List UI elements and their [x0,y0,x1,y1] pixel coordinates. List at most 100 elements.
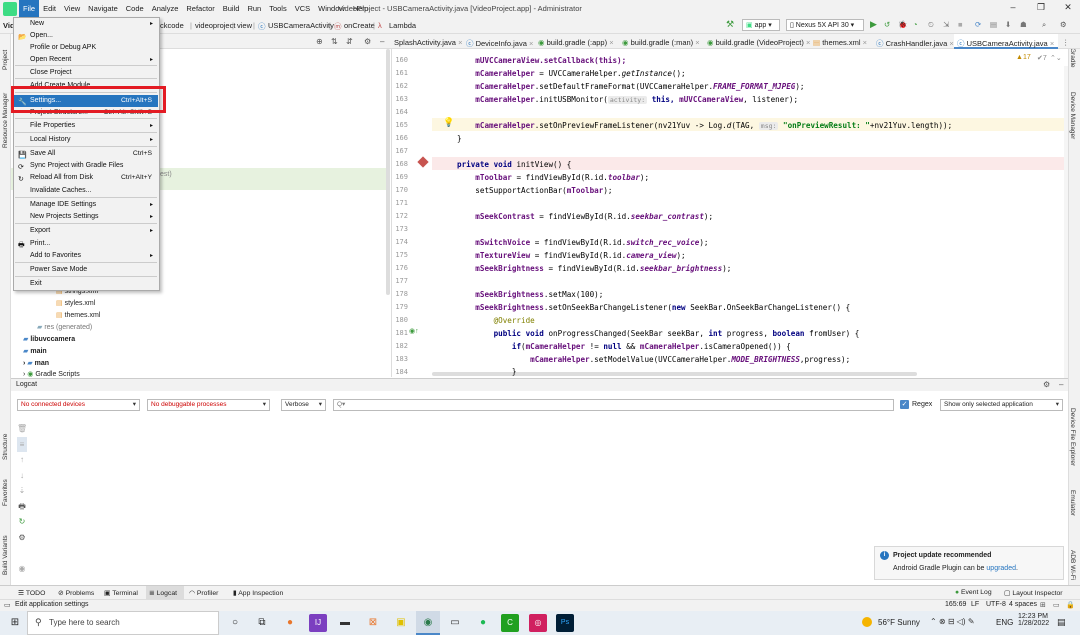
apply-changes-icon[interactable]: ↺ [884,20,890,29]
problems-tool[interactable]: ⊘ Problems [58,589,94,597]
device-dropdown[interactable]: ▯ Nexus 5X API 30 ▾ [786,19,864,31]
notes-icon[interactable]: ▣ [392,614,410,632]
sync-gradle-icon[interactable]: ⟳ [975,20,981,29]
trash-icon[interactable]: 🗑 [17,421,27,437]
tree-item[interactable]: › ◉ Gradle Scripts [23,370,80,378]
debug-icon[interactable]: 🐞 [898,20,907,29]
editor-scrollbar[interactable] [1064,66,1068,386]
logcat-tool[interactable]: ≣ Logcat [149,589,177,597]
file-menu-item-export[interactable]: Export ▸ [14,225,158,237]
app-icon[interactable]: ⊠ [364,614,382,632]
camera-icon[interactable]: ◉ [17,561,27,577]
tab-build-gradle-man[interactable]: ◉ build.gradle (:man) × [622,38,700,47]
file-menu-item-profile-or-debug-apk[interactable]: Profile or Debug APK [14,42,158,54]
file-menu-item-power-save-mode[interactable]: Power Save Mode [14,264,158,276]
menu-view[interactable]: View [60,0,84,17]
soft-wrap-icon[interactable]: ≡ [17,436,27,452]
android-icon[interactable]: ☗ [1020,20,1027,29]
filter-icon[interactable]: ⇣ [17,483,27,499]
file-menu-item-local-history[interactable]: Local History ▸ [14,134,158,146]
stop-icon[interactable]: ■ [958,20,963,29]
file-menu-item-new[interactable]: New ▸ [14,18,158,30]
resource-manager-tool-tab[interactable]: Resource Manager [2,93,9,148]
hammer-icon[interactable]: ⚒ [726,19,734,30]
tree-item[interactable]: ▰ libuvccamera [23,335,75,343]
tab-crash-handler[interactable]: ⓒ CrashHandler.java × [876,38,954,49]
tab-splash-activity[interactable]: SplashActivity.java × [394,38,462,47]
device-manager-tool-tab[interactable]: Device Manager [1069,92,1076,139]
close-icon[interactable]: ✕ [1060,2,1076,15]
tab-themes-xml[interactable]: ▤ themes.xml × [813,38,867,47]
project-scrollbar[interactable] [386,49,390,295]
language-indicator[interactable]: ENG [996,618,1013,627]
code-editor-icon[interactable]: C [501,614,519,632]
red-app-icon[interactable]: ◎ [529,614,547,632]
tab-build-gradle-project[interactable]: ◉ build.gradle (VideoProject) × [707,38,810,47]
weather-text[interactable]: 56°F Sunny [878,618,920,627]
project-tool-tab[interactable]: Project [2,50,9,70]
tab-build-gradle-app[interactable]: ◉ build.gradle (:app) × [538,38,614,47]
file-menu-item-print[interactable]: 🖶 Print... [14,238,158,250]
logcat-hide-icon[interactable]: – [1059,380,1063,389]
tree-item[interactable]: ▤ themes.xml [56,311,100,319]
build-variants-tool-tab[interactable]: Build Variants [2,535,9,575]
log-level-select[interactable]: Verbose ▾ [281,399,326,411]
file-menu-item-reload-all-from-disk[interactable]: ↻ Reload All from Disk Ctrl+Alt+Y [14,172,158,184]
expand-all-icon[interactable]: ⇅ [331,37,338,46]
emulator-tool-tab[interactable]: Emulator [1069,490,1076,516]
file-menu-item-file-properties[interactable]: File Properties ▸ [14,120,158,132]
caret-position[interactable]: 165:69 [945,601,966,608]
lightbulb-icon[interactable]: 💡 [443,117,454,128]
intellij-icon[interactable]: IJ [309,614,327,632]
next-problem-icon[interactable]: ⌃⌄ [1050,54,1062,62]
task-view-icon[interactable]: ⧉ [253,614,271,632]
collapse-all-icon[interactable]: ⇵ [346,37,353,46]
clock[interactable]: 12:23 PM 1/28/2022 [1018,613,1049,627]
file-menu-item-open[interactable]: 📂 Open... [14,30,158,42]
scroll-down-icon[interactable]: ↓ [17,468,27,484]
terminal-tool[interactable]: ▣ Terminal [104,589,138,597]
menu-tools[interactable]: Tools [265,0,291,17]
override-gutter-icon[interactable]: ◉↑ [409,327,419,335]
warning-count[interactable]: ▲17 [1016,54,1031,61]
logcat-gear-icon[interactable]: ⚙ [17,530,27,546]
profile-icon[interactable]: ⏲ [928,20,934,30]
firefox-icon[interactable]: ● [281,614,299,632]
layout-inspector-tool[interactable]: ▢ Layout Inspector [1004,589,1063,597]
menu-analyze[interactable]: Analyze [148,0,183,17]
gradle-tool-tab[interactable]: Gradle [1069,48,1076,68]
lock-icon[interactable]: 🔒 [1066,601,1075,609]
breadcrumb-item[interactable]: view [237,21,252,30]
tree-item[interactable]: ▰ res (generated) [37,323,92,331]
search-icon[interactable]: ⌕ [1042,20,1046,30]
weak-warning-count[interactable]: ✔7 [1037,54,1047,62]
device-file-explorer-tool-tab[interactable]: Device File Explorer [1069,408,1076,466]
tab-device-info[interactable]: ⓒ DeviceInfo.java × [466,38,533,49]
file-menu-item-sync-project-with-gradle-files[interactable]: ⟳ Sync Project with Gradle Files [14,160,158,172]
minimize-icon[interactable]: – [1005,2,1021,15]
breadcrumb-item[interactable]: ckcode [160,21,184,30]
breadcrumb-item[interactable]: onCreate [344,21,375,30]
file-menu-item-save-all[interactable]: 💾 Save All Ctrl+S [14,148,158,160]
breadcrumb-item[interactable]: USBCameraActivity [268,21,334,30]
process-select[interactable]: No debuggable processes ▾ [147,399,270,411]
locate-icon[interactable]: ⊕ [316,37,323,46]
menu-refactor[interactable]: Refactor [182,0,218,17]
spotify-icon[interactable]: ● [474,614,492,632]
file-menu-item-new-projects-settings[interactable]: New Projects Settings ▸ [14,211,158,223]
file-encoding[interactable]: UTF-8 [986,601,1006,608]
file-menu-item-invalidate-caches[interactable]: Invalidate Caches... [14,185,158,197]
line-separator[interactable]: LF [971,601,979,608]
file-menu-item-add-to-favorites[interactable]: Add to Favorites ▸ [14,250,158,262]
indent-setting[interactable]: 4 spaces [1009,601,1037,608]
notifications-icon[interactable]: ▤ [1057,617,1066,628]
file-menu-item-open-recent[interactable]: Open Recent ▸ [14,54,158,66]
tree-item[interactable]: › ▰ man [23,359,49,367]
logcat-settings-icon[interactable]: ⚙ [1043,380,1050,389]
profiler-tool[interactable]: ◠ Profiler [189,589,218,597]
file-menu-item-close-project[interactable]: Close Project [14,67,158,79]
adb-wifi-tool-tab[interactable]: ADB Wi-Fi [1069,550,1076,580]
breakpoint-icon[interactable] [417,156,429,168]
tab-overflow-icon[interactable]: ⋮ [1062,38,1070,47]
menu-run[interactable]: Run [243,0,265,17]
